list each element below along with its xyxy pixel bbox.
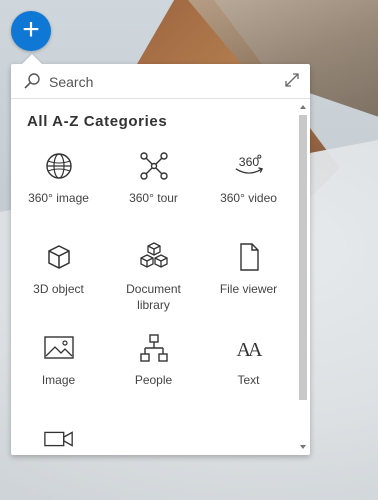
category-label: 3D object [33, 282, 84, 296]
category-label: 360° video [220, 191, 277, 205]
category-label: Document library [126, 282, 181, 312]
scrollbar[interactable] [297, 99, 309, 455]
cube-icon [43, 241, 75, 273]
file-icon [233, 241, 265, 273]
image-icon [43, 332, 75, 364]
globe-icon [43, 150, 75, 182]
category-image[interactable]: Image [11, 329, 106, 420]
category-text[interactable]: AA Text [201, 329, 296, 420]
org-chart-icon [138, 332, 170, 364]
stacked-cubes-icon [138, 241, 170, 273]
category-label: Text [237, 373, 260, 387]
video-360-icon-text: 360 [238, 155, 259, 169]
categories-grid: 360° image 360° tour 360 360° video 3D o… [11, 147, 296, 455]
category-360-video[interactable]: 360 360° video [201, 147, 296, 238]
plus-icon: + [22, 13, 40, 46]
category-label: Image [41, 373, 76, 387]
category-label: 360° image [28, 191, 89, 205]
category-video[interactable] [11, 420, 106, 455]
search-icon [24, 73, 40, 89]
category-people[interactable]: People [106, 329, 201, 420]
category-label: People [134, 373, 173, 387]
video-camera-icon [43, 423, 75, 455]
video-360-icon: 360 [233, 150, 265, 182]
text-icon-glyph: AA [236, 339, 262, 361]
expand-icon[interactable] [284, 72, 300, 88]
categories-heading: All A-Z Categories [27, 113, 168, 130]
add-section-button[interactable]: + [11, 11, 51, 51]
categories-list: All A-Z Categories 360° image 360° tour … [11, 99, 296, 455]
category-label: File viewer [219, 282, 278, 296]
scroll-down-arrow-icon[interactable] [300, 445, 306, 449]
category-360-tour[interactable]: 360° tour [106, 147, 201, 238]
category-360-image[interactable]: 360° image [11, 147, 106, 238]
search-input[interactable] [47, 71, 271, 93]
category-file-viewer[interactable]: File viewer [201, 238, 296, 329]
toolbox-panel: All A-Z Categories 360° image [11, 64, 310, 455]
category-document-library[interactable]: Document library [106, 238, 201, 329]
search-row [11, 64, 310, 99]
text-icon: AA [233, 332, 265, 364]
scroll-up-arrow-icon[interactable] [300, 105, 306, 109]
scrollbar-thumb[interactable] [299, 115, 307, 400]
category-label: 360° tour [129, 191, 178, 205]
category-3d-object[interactable]: 3D object [11, 238, 106, 329]
tour-nodes-icon [138, 150, 170, 182]
